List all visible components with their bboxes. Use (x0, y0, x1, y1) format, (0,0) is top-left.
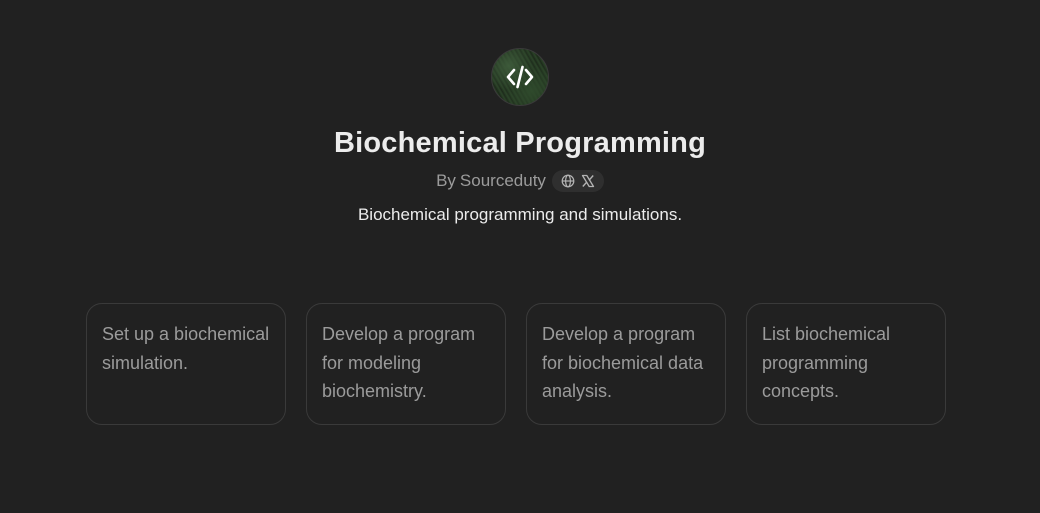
author-name: Sourceduty (459, 171, 546, 190)
conversation-starters: Set up a biochemical simulation. Develop… (86, 303, 946, 425)
gpt-description: Biochemical programming and simulations. (357, 205, 683, 224)
starter-card[interactable]: List biochemical programming concepts. (746, 303, 946, 425)
gpt-header: Biochemical Programming By Sourceduty Bi… (0, 48, 1040, 227)
gpt-avatar (491, 48, 549, 106)
globe-icon[interactable] (561, 174, 575, 188)
starter-card[interactable]: Set up a biochemical simulation. (86, 303, 286, 425)
gpt-landing-page: Biochemical Programming By Sourceduty Bi… (0, 0, 1040, 513)
code-brackets-icon (505, 64, 535, 90)
gpt-title: Biochemical Programming (333, 127, 707, 159)
starter-card[interactable]: Develop a program for biochemical data a… (526, 303, 726, 425)
byline: By Sourceduty (436, 169, 604, 193)
byline-prefix: By (436, 171, 456, 190)
x-logo-icon[interactable] (581, 174, 595, 188)
social-links (551, 170, 604, 192)
starter-card[interactable]: Develop a program for modeling biochemis… (306, 303, 506, 425)
